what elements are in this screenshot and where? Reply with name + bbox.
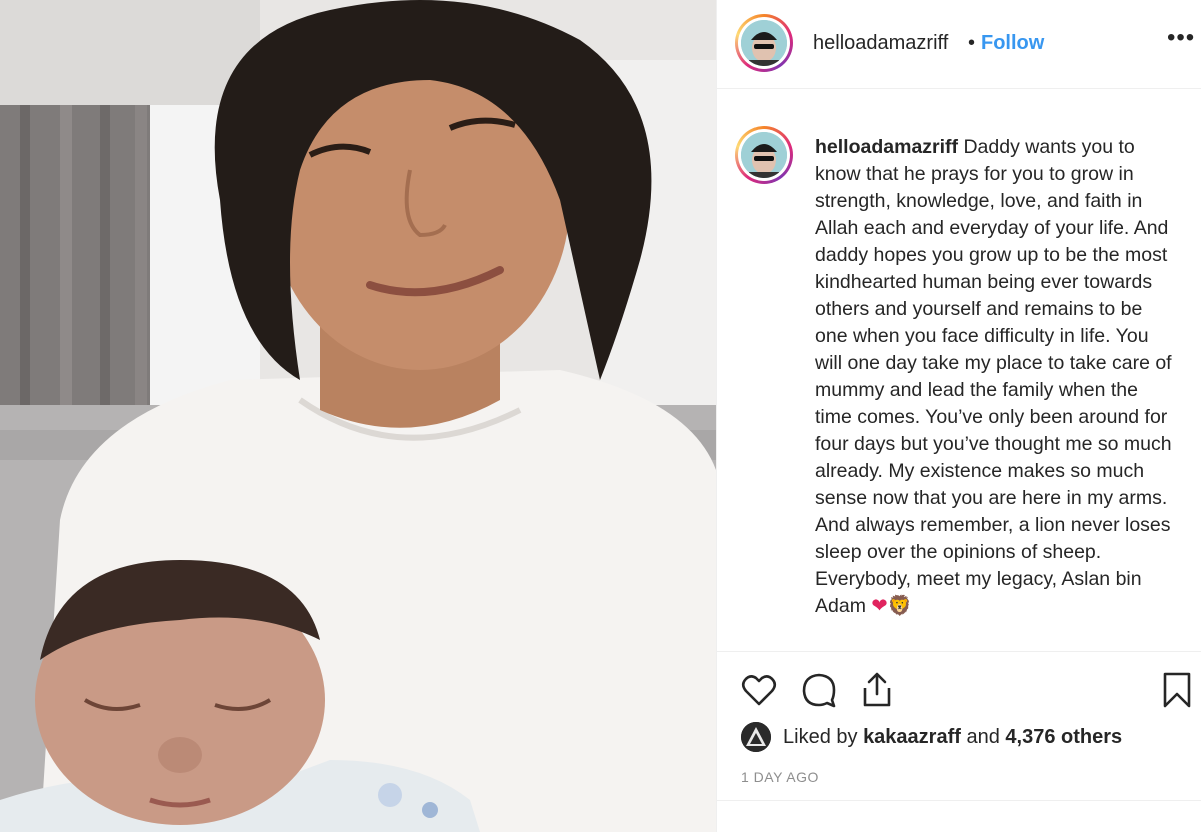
follow-button[interactable]: Follow	[981, 32, 1044, 55]
post-photo[interactable]	[0, 0, 716, 832]
liker-avatar-image	[741, 722, 771, 752]
caption-text: helloadamazriff Daddy wants you to know …	[815, 134, 1175, 620]
profile-avatar[interactable]	[735, 14, 793, 72]
likes-and: and	[966, 726, 1000, 748]
lion-emoji: 🦁	[887, 595, 912, 617]
caption-body: Daddy wants you to know that he prays fo…	[815, 136, 1172, 617]
share-icon[interactable]	[857, 670, 897, 710]
divider	[717, 800, 1201, 801]
post-side-panel: helloadamazriff • Follow ••• helloadamaz…	[716, 0, 1201, 832]
bookmark-icon[interactable]	[1157, 670, 1197, 710]
post-header: helloadamazriff • Follow •••	[717, 0, 1201, 89]
comment-icon[interactable]	[799, 670, 839, 710]
liked-by-label: Liked by	[783, 726, 858, 748]
caption-section: helloadamazriff Daddy wants you to know …	[717, 108, 1201, 653]
avatar-image	[741, 20, 787, 66]
photo-image	[0, 0, 716, 832]
post-timestamp[interactable]: 1 DAY AGO	[741, 769, 819, 785]
liker-avatar[interactable]	[741, 722, 771, 752]
caption-username[interactable]: helloadamazriff	[815, 136, 958, 158]
avatar-image	[741, 132, 787, 178]
likes-others-count[interactable]: 4,376 others	[1005, 726, 1122, 748]
more-horizontal-icon[interactable]: •••	[1167, 24, 1195, 52]
likes-text: Liked by kakaazraff and 4,376 others	[783, 726, 1122, 749]
separator-dot: •	[968, 32, 976, 54]
post-username[interactable]: helloadamazriff	[813, 32, 948, 55]
heart-emoji: ❤	[871, 595, 888, 617]
heart-icon[interactable]	[739, 670, 779, 710]
action-bar: Liked by kakaazraff and 4,376 others 1 D…	[717, 651, 1201, 833]
liker-username[interactable]: kakaazraff	[863, 726, 961, 748]
caption-avatar[interactable]	[735, 126, 793, 184]
